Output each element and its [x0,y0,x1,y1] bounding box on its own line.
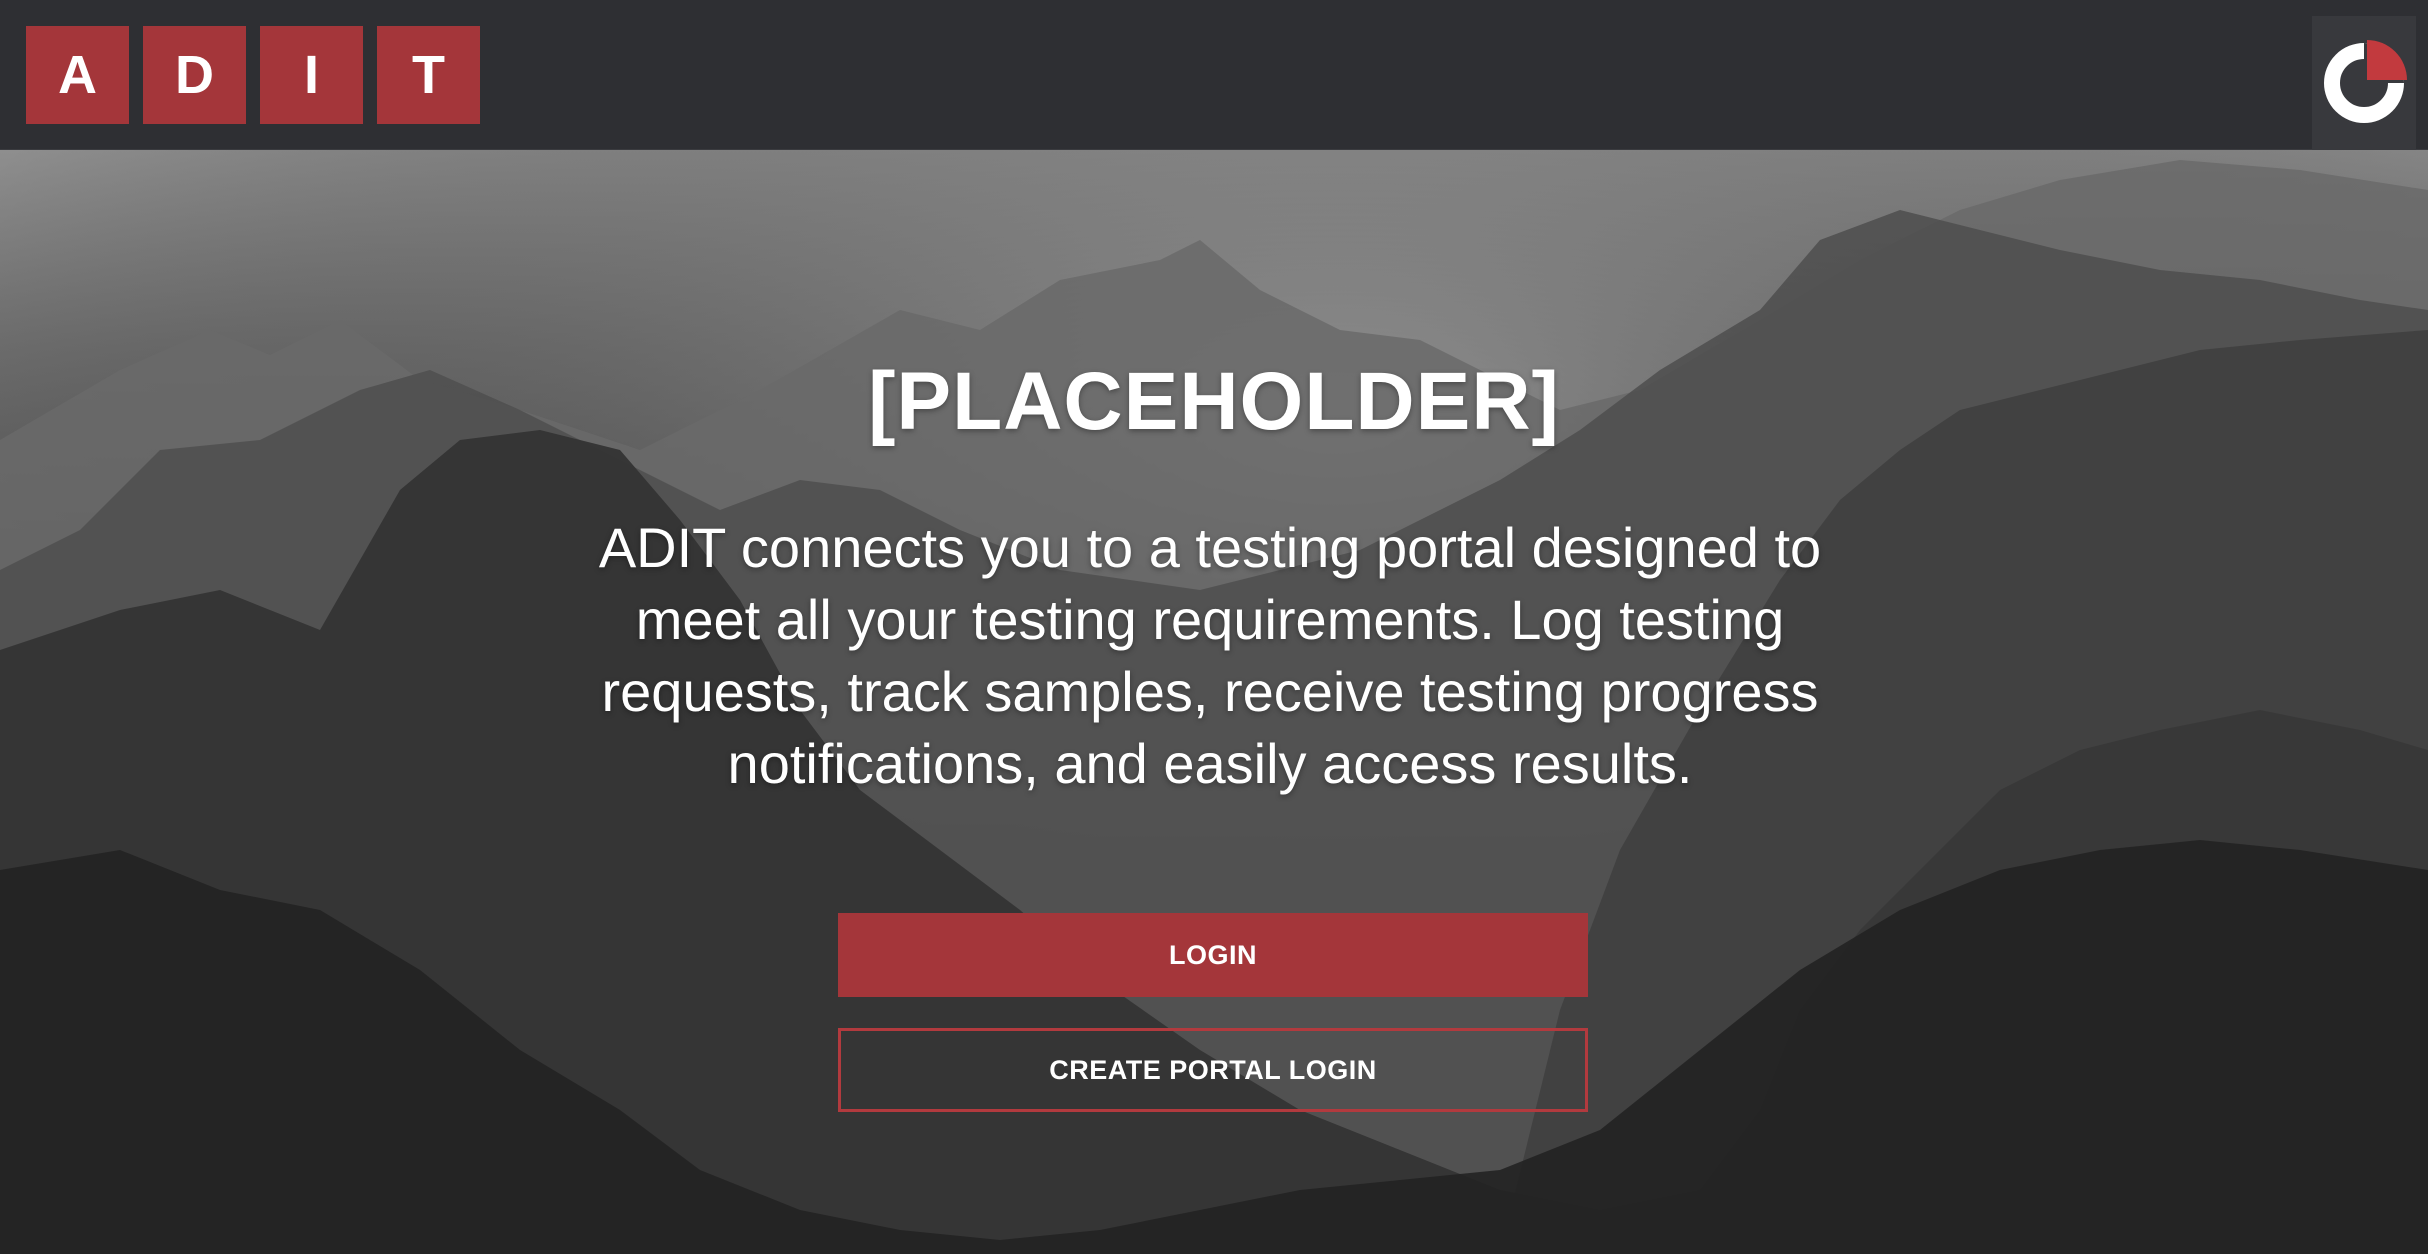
logo-letter-a: A [26,26,129,124]
account-ring-icon [2324,40,2407,123]
hero-title: [PLACEHOLDER] [868,356,1560,447]
create-portal-login-button[interactable]: CREATE PORTAL LOGIN [838,1028,1588,1112]
login-button[interactable]: LOGIN [838,913,1588,997]
hero-section: [PLACEHOLDER] ADIT connects you to a tes… [0,150,2428,1254]
adit-logo[interactable]: A D I T [26,26,480,124]
header-bar: A D I T [0,0,2428,150]
account-button[interactable] [2312,16,2416,150]
hero-description: ADIT connects you to a testing portal de… [598,516,1822,795]
logo-letter-i: I [260,26,363,124]
logo-letter-d: D [143,26,246,124]
logo-letter-t: T [377,26,480,124]
